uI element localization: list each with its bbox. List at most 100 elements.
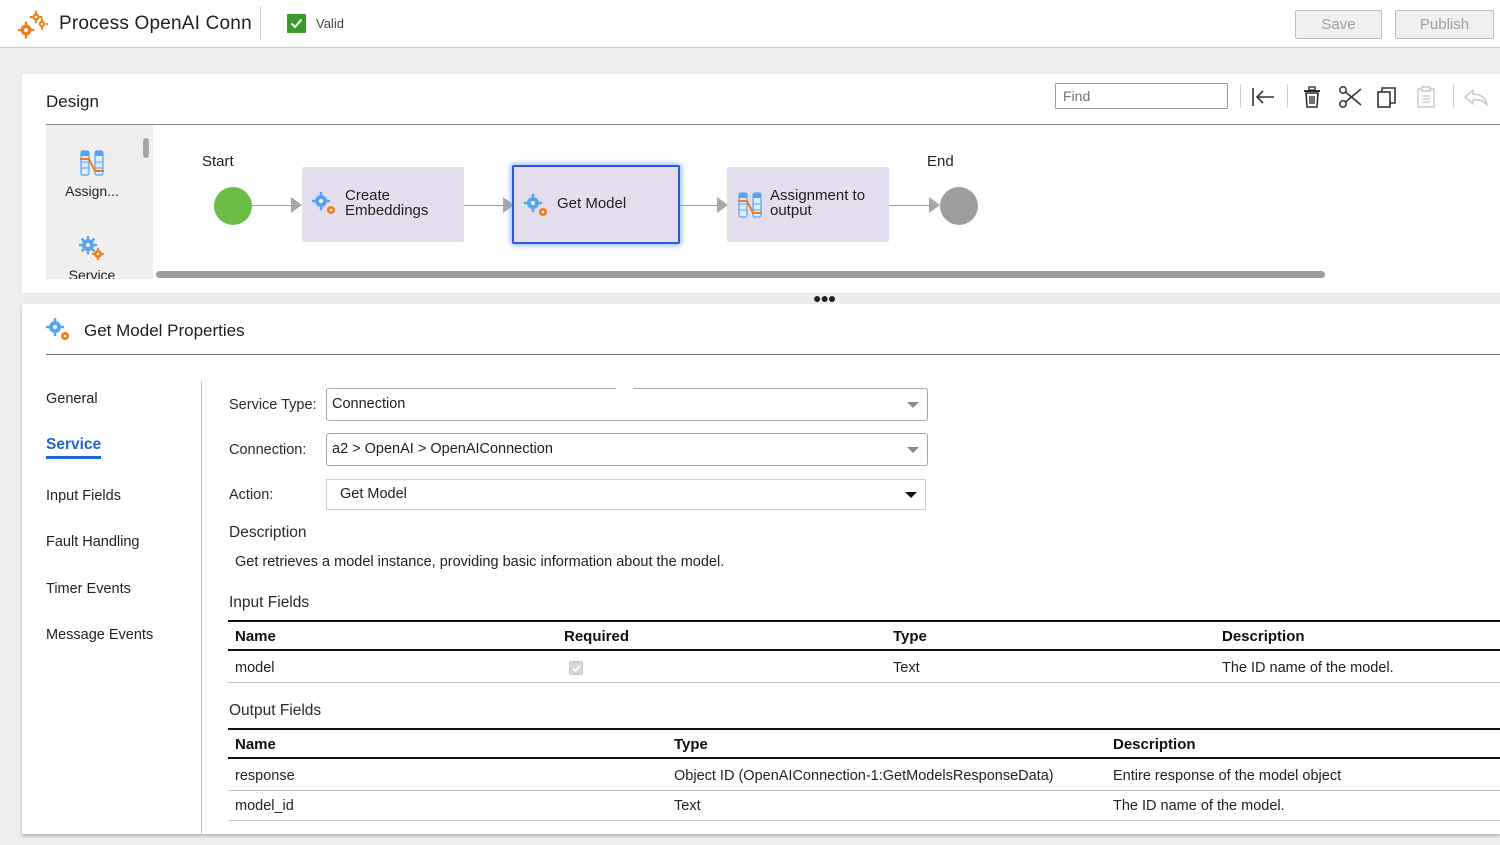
step-label: Get Model	[557, 195, 627, 212]
nav-fault-handling[interactable]: Fault Handling	[46, 534, 140, 550]
field-description: Entire response of the model object	[1113, 768, 1342, 784]
connector	[464, 205, 505, 206]
step-label: Embeddings	[345, 202, 429, 219]
nav-active-underline	[46, 456, 101, 459]
properties-title: Get Model Properties	[84, 321, 245, 340]
required-checkbox	[569, 661, 583, 675]
palette-item-service[interactable]: Service	[46, 235, 138, 279]
action-select[interactable]: Get Model	[326, 479, 926, 510]
end-label: End	[927, 153, 954, 170]
service-gears-icon	[523, 193, 550, 223]
top-bar: Process OpenAI Conn Valid Save Publish	[0, 0, 1500, 48]
assignment-icon	[737, 192, 763, 223]
chevron-down-icon	[907, 402, 919, 408]
flow-canvas[interactable]: Start Create Embeddings Get Model Assign…	[153, 125, 1500, 279]
connector	[889, 205, 933, 206]
step-get-model[interactable]: Get Model	[512, 165, 680, 244]
undo-icon[interactable]	[1463, 84, 1489, 110]
valid-check-icon	[287, 14, 306, 33]
field-type: Text	[674, 798, 701, 814]
properties-panel: Get Model Properties General Service Inp…	[22, 304, 1500, 834]
trash-icon[interactable]	[1299, 84, 1325, 110]
connection-value: a2 > OpenAI > OpenAIConnection	[332, 441, 553, 457]
step-label: Assignment to	[770, 187, 866, 204]
canvas-horizontal-scrollbar[interactable]	[156, 271, 1325, 278]
paste-icon[interactable]	[1413, 84, 1439, 110]
service-gears-icon	[311, 191, 338, 221]
start-node[interactable]	[214, 187, 252, 225]
output-fields-title: Output Fields	[229, 702, 322, 719]
step-assignment-to-output[interactable]: Assignment to output	[727, 167, 889, 242]
column-header: Required	[564, 628, 630, 645]
table-row: model_id Text The ID name of the model.	[228, 791, 1500, 821]
toolbar-divider	[1453, 84, 1454, 108]
connection-select[interactable]: a2 > OpenAI > OpenAIConnection	[326, 433, 928, 466]
field-name: model	[235, 660, 275, 676]
field-type: Text	[893, 660, 920, 676]
find-input[interactable]	[1055, 83, 1228, 109]
table-header-row: Name Type Description	[228, 729, 1500, 759]
properties-divider	[46, 354, 1500, 355]
connector-arrow	[291, 197, 302, 213]
design-panel: Design Assign... Service	[22, 74, 1500, 293]
service-type-value: Connection	[332, 396, 406, 412]
service-gears-icon	[46, 235, 138, 263]
connection-label: Connection:	[229, 442, 307, 458]
design-title: Design	[46, 92, 99, 111]
column-header: Type	[674, 736, 708, 753]
field-type: Object ID (OpenAIConnection-1:GetModelsR…	[674, 768, 1054, 784]
save-button[interactable]: Save	[1295, 10, 1382, 39]
field-description: The ID name of the model.	[1113, 798, 1285, 814]
table-header-row: Name Required Type Description	[228, 621, 1500, 651]
scissors-icon[interactable]	[1337, 84, 1363, 110]
toolbar-divider	[1240, 84, 1241, 108]
nav-input-fields[interactable]: Input Fields	[46, 488, 121, 504]
column-header: Description	[1113, 736, 1196, 753]
nav-divider	[201, 381, 202, 834]
assignment-icon	[46, 150, 138, 179]
description-title: Description	[229, 524, 307, 541]
chevron-down-icon	[905, 492, 917, 498]
table-row: response Object ID (OpenAIConnection-1:G…	[228, 761, 1500, 791]
panel-splitter[interactable]: ●●●	[22, 291, 1500, 305]
field-description: The ID name of the model.	[1222, 660, 1394, 676]
action-value: Get Model	[340, 486, 407, 502]
copy-icon[interactable]	[1374, 84, 1400, 110]
nav-message-events[interactable]: Message Events	[46, 627, 153, 643]
service-gears-icon	[45, 317, 72, 347]
table-row: model Text The ID name of the model.	[228, 653, 1500, 683]
nav-general[interactable]: General	[46, 391, 98, 407]
service-type-select[interactable]: Connection	[326, 388, 928, 421]
palette-item-assignment[interactable]: Assign...	[46, 150, 138, 199]
title-divider	[260, 6, 261, 40]
palette-item-label: Assign...	[65, 183, 119, 199]
nav-timer-events[interactable]: Timer Events	[46, 581, 131, 597]
process-gears-logo-icon	[17, 9, 49, 39]
column-header: Description	[1222, 628, 1305, 645]
publish-button[interactable]: Publish	[1395, 10, 1494, 39]
start-label: Start	[202, 153, 234, 170]
connector-arrow	[929, 197, 940, 213]
end-node[interactable]	[940, 187, 978, 225]
toolbar-divider	[1287, 84, 1288, 108]
palette-item-label: Service	[68, 267, 116, 279]
column-header: Type	[893, 628, 927, 645]
column-header: Name	[235, 628, 276, 645]
connector	[680, 205, 720, 206]
nav-service[interactable]: Service	[46, 436, 101, 454]
step-label: Create	[345, 187, 391, 204]
description-text: Get retrieves a model instance, providin…	[235, 554, 725, 570]
column-header: Name	[235, 736, 276, 753]
field-gap	[616, 387, 633, 390]
chevron-down-icon	[907, 447, 919, 453]
step-label: output	[770, 202, 812, 219]
drag-handle-icon[interactable]: ●●●	[813, 291, 836, 305]
collapse-left-icon[interactable]	[1250, 84, 1276, 110]
step-create-embeddings[interactable]: Create Embeddings	[302, 167, 464, 242]
field-name: model_id	[235, 798, 294, 814]
field-name: response	[235, 768, 295, 784]
input-fields-title: Input Fields	[229, 594, 310, 611]
palette-scrollbar[interactable]	[143, 138, 149, 158]
status-badge: Valid	[316, 16, 344, 31]
step-palette: Assign... Service	[46, 125, 153, 279]
